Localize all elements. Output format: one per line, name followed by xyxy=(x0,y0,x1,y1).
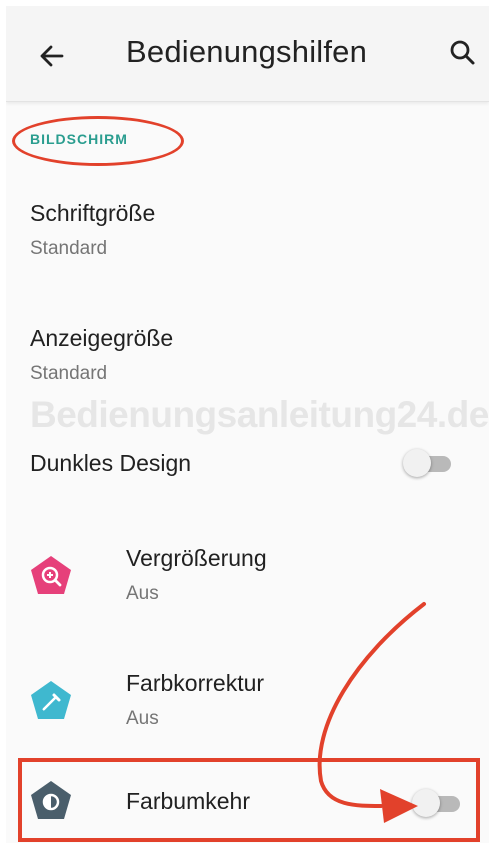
app-bar: Bedienungshilfen xyxy=(6,6,489,102)
switch-thumb xyxy=(403,449,431,477)
pref-summary: Standard xyxy=(30,363,108,384)
pref-color-correction[interactable]: Farbkorrektur Aus xyxy=(6,656,489,756)
screen: Bedienungshilfen BILDSCHIRM Schriftgröße… xyxy=(6,6,489,843)
pref-magnification[interactable]: Vergrößerung Aus xyxy=(6,531,489,631)
back-button[interactable] xyxy=(32,36,72,76)
pref-summary: Standard xyxy=(30,238,108,259)
highlight-circle xyxy=(12,116,184,166)
dark-theme-switch[interactable] xyxy=(403,448,455,478)
watermark: Bedienungsanleitung24.de xyxy=(30,394,489,435)
pref-title: Farbkorrektur xyxy=(126,670,265,696)
search-icon xyxy=(450,40,475,65)
highlight-box xyxy=(18,758,480,842)
eyedropper-icon xyxy=(28,678,74,724)
page-title: Bedienungshilfen xyxy=(126,34,368,69)
pref-font-size[interactable]: Schriftgröße Standard xyxy=(6,186,489,286)
pref-title: Dunkles Design xyxy=(30,450,192,476)
pref-title: Vergrößerung xyxy=(126,545,267,571)
magnify-icon xyxy=(28,553,74,599)
pref-dark-theme[interactable]: Dunkles Design xyxy=(6,436,489,496)
search-button[interactable] xyxy=(446,36,480,70)
pref-title: Schriftgröße xyxy=(30,200,156,226)
pref-summary: Aus xyxy=(126,708,159,729)
pref-summary: Aus xyxy=(126,583,159,604)
pref-title: Anzeigegröße xyxy=(30,325,174,351)
arrow-left-icon xyxy=(40,45,64,67)
